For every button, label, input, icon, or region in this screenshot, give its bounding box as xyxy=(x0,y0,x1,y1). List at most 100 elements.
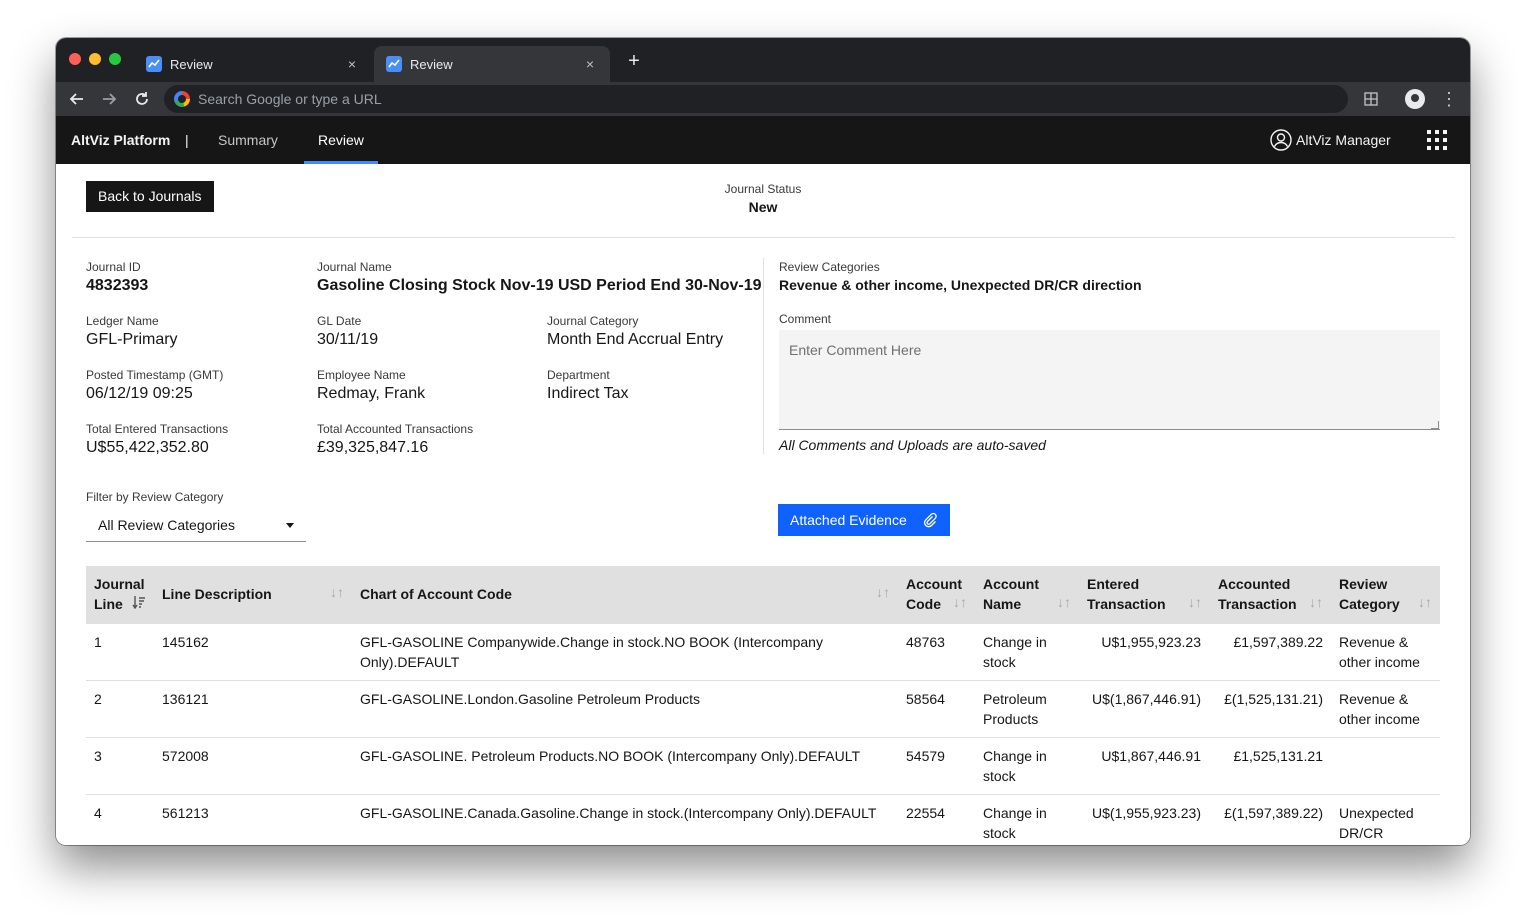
app-switcher-icon[interactable] xyxy=(1427,130,1447,150)
journal-name-value: Gasoline Closing Stock Nov-19 USD Period… xyxy=(317,277,762,294)
gl-date-value: 30/11/19 xyxy=(317,331,379,348)
tab-title: Review xyxy=(170,56,213,72)
department-value: Indirect Tax xyxy=(547,385,629,402)
cell-description: 572008 xyxy=(162,748,209,764)
attached-evidence-label: Attached Evidence xyxy=(790,512,907,528)
chart-favicon-icon xyxy=(146,56,162,72)
filter-label: Filter by Review Category xyxy=(86,490,224,504)
user-menu[interactable]: AltViz Manager xyxy=(1270,116,1391,164)
cell-entered: U$(1,955,923.23) xyxy=(1092,805,1201,821)
cell-account-code: 58564 xyxy=(906,691,945,707)
col-coa-code[interactable]: Chart of Account Code xyxy=(360,584,512,604)
gl-date-label: GL Date xyxy=(317,314,362,328)
profile-avatar-icon[interactable] xyxy=(1403,87,1427,111)
employee-name-value: Redmay, Frank xyxy=(317,385,426,402)
cell-accounted: £(1,597,389.22) xyxy=(1224,805,1323,821)
close-window-button[interactable] xyxy=(69,53,81,65)
brand-name[interactable]: AltViz Platform xyxy=(71,116,170,164)
journal-status-label: Journal Status xyxy=(724,182,802,196)
browser-window: Review × Review × + Search Google or typ… xyxy=(56,38,1470,845)
sort-icon[interactable]: ↓↑ xyxy=(876,584,890,600)
cell-review-category: Unexpected DR/CR xyxy=(1339,805,1414,841)
review-categories-value: Revenue & other income, Unexpected DR/CR… xyxy=(779,277,1142,293)
back-to-journals-button[interactable]: Back to Journals xyxy=(86,181,214,212)
tab-close-icon[interactable]: × xyxy=(344,56,360,72)
table-row[interactable]: 4 561213 GFL-GASOLINE.Canada.Gasoline.Ch… xyxy=(86,795,1440,845)
table-row[interactable]: 3 572008 GFL-GASOLINE. Petroleum Product… xyxy=(86,738,1440,795)
user-name: AltViz Manager xyxy=(1296,132,1391,148)
kebab-menu-icon[interactable]: ⋮ xyxy=(1437,87,1461,111)
tab-title: Review xyxy=(410,56,453,72)
reload-icon[interactable] xyxy=(130,87,154,111)
journal-category-value: Month End Accrual Entry xyxy=(547,331,724,348)
tab-strip: Review × Review × + xyxy=(56,38,1470,82)
sort-icon[interactable]: ↓↑ xyxy=(1309,594,1323,610)
total-accounted-label: Total Accounted Transactions xyxy=(317,422,474,436)
col-account-name[interactable]: Account Name xyxy=(983,574,1039,614)
employee-name-label: Employee Name xyxy=(317,368,406,382)
total-entered-label: Total Entered Transactions xyxy=(86,422,229,436)
section-divider xyxy=(72,237,1455,238)
review-category-filter[interactable]: All Review Categories xyxy=(86,510,306,542)
google-icon xyxy=(174,91,190,107)
department-label: Department xyxy=(547,368,610,382)
nav-review[interactable]: Review xyxy=(304,116,378,164)
address-bar[interactable]: Search Google or type a URL xyxy=(164,85,1348,113)
tab-close-icon[interactable]: × xyxy=(582,56,598,72)
nav-summary[interactable]: Summary xyxy=(204,116,292,164)
journal-id-label: Journal ID xyxy=(86,260,141,274)
maximize-window-button[interactable] xyxy=(109,53,121,65)
autosave-note: All Comments and Uploads are auto-saved xyxy=(779,437,1046,453)
cell-account-name: Change in stock xyxy=(983,748,1047,784)
comment-label: Comment xyxy=(779,312,832,326)
browser-tab-2[interactable]: Review × xyxy=(374,46,610,82)
caret-down-icon xyxy=(286,523,294,528)
review-content: Back to Journals Journal Status New Jour… xyxy=(56,164,1470,845)
browser-tab-1[interactable]: Review × xyxy=(134,46,372,82)
filter-selected-value: All Review Categories xyxy=(98,517,235,533)
ledger-name-label: Ledger Name xyxy=(86,314,159,328)
cell-coa: GFL-GASOLINE. Petroleum Products.NO BOOK… xyxy=(360,748,861,764)
cell-entered: U$1,955,923.23 xyxy=(1101,634,1201,650)
cell-coa: GFL-GASOLINE Companywide.Change in stock… xyxy=(360,634,823,670)
new-tab-plus-icon[interactable]: + xyxy=(624,51,644,71)
table-row[interactable]: 1 145162 GFL-GASOLINE Companywide.Change… xyxy=(86,624,1440,681)
cell-account-name: Petroleum Products xyxy=(983,691,1047,727)
sort-icon[interactable]: ↓↑ xyxy=(330,584,344,600)
table-row[interactable]: 2 136121 GFL-GASOLINE.London.Gasoline Pe… xyxy=(86,681,1440,738)
sort-icon[interactable]: ↓↑ xyxy=(953,594,967,610)
minimize-window-button[interactable] xyxy=(89,53,101,65)
attached-evidence-button[interactable]: Attached Evidence xyxy=(778,504,950,536)
textarea-resize-handle[interactable] xyxy=(1431,421,1439,429)
sort-icon[interactable]: ↓↑ xyxy=(1188,594,1202,610)
extensions-grid-icon[interactable] xyxy=(1359,87,1383,111)
cell-line: 3 xyxy=(94,748,102,764)
address-bar-placeholder: Search Google or type a URL xyxy=(198,91,382,107)
sort-icon[interactable]: ↓↑ xyxy=(1418,594,1432,610)
comment-textarea[interactable] xyxy=(779,330,1440,430)
cell-coa: GFL-GASOLINE.Canada.Gasoline.Change in s… xyxy=(360,805,877,821)
cell-line: 1 xyxy=(94,634,102,650)
posted-timestamp-value: 06/12/19 09:25 xyxy=(86,385,193,402)
forward-arrow-icon[interactable] xyxy=(97,87,121,111)
browser-toolbar: Search Google or type a URL ⋮ xyxy=(56,82,1470,116)
cell-coa: GFL-GASOLINE.London.Gasoline Petroleum P… xyxy=(360,691,701,707)
posted-timestamp-label: Posted Timestamp (GMT) xyxy=(86,368,224,382)
col-review-category[interactable]: Review Category xyxy=(1339,574,1400,614)
cell-description: 561213 xyxy=(162,805,209,821)
sort-descending-icon[interactable] xyxy=(132,595,146,612)
col-entered-transaction[interactable]: Entered Transaction xyxy=(1087,574,1166,614)
cell-line: 2 xyxy=(94,691,102,707)
cell-entered: U$1,867,446.91 xyxy=(1101,748,1201,764)
col-line-description[interactable]: Line Description xyxy=(162,584,272,604)
brand-separator: | xyxy=(185,132,189,148)
user-avatar-icon xyxy=(1270,129,1292,151)
back-arrow-icon[interactable] xyxy=(65,87,89,111)
cell-account-code: 54579 xyxy=(906,748,945,764)
col-accounted-transaction[interactable]: Accounted Transaction xyxy=(1218,574,1297,614)
total-accounted-value: £39,325,847.16 xyxy=(317,439,429,456)
ledger-name-value: GFL-Primary xyxy=(86,331,178,348)
sort-icon[interactable]: ↓↑ xyxy=(1057,594,1071,610)
total-entered-value: U$55,422,352.80 xyxy=(86,439,209,456)
paperclip-icon xyxy=(923,512,937,528)
